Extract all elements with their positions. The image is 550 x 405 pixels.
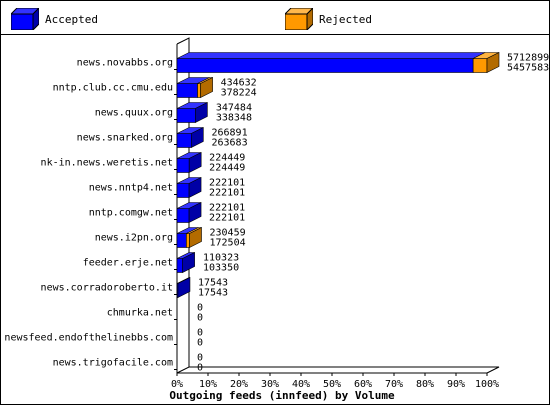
value-label-bottom: 172504 xyxy=(210,238,246,249)
value-label-bottom: 103350 xyxy=(203,263,239,274)
bar-chart: 0% 10% 20% 30% 40% 50% 60% 70% 80% 90% 100%Outgoin… xyxy=(4,37,549,402)
value-label-bottom: 0 xyxy=(197,363,203,374)
bar-accepted xyxy=(176,133,192,148)
category-label: news.trigofacile.com xyxy=(53,358,173,369)
category-label: news.quux.org xyxy=(95,108,173,119)
accepted-swatch-icon xyxy=(11,8,39,30)
category-label: nntp.comgw.net xyxy=(89,208,173,219)
category-label: chmurka.net xyxy=(107,308,173,319)
value-label-bottom: 263683 xyxy=(211,138,247,149)
value-label-bottom: 338348 xyxy=(216,113,252,124)
legend: Accepted Rejected xyxy=(1,1,549,35)
category-label: news.corradoroberto.it xyxy=(41,283,173,294)
x-tick-label: 80% xyxy=(416,379,434,390)
chart-frame: Accepted Rejected 0% 10% 20% 30% 40% 50% 60% 70… xyxy=(0,0,550,405)
bar-accepted xyxy=(176,58,474,73)
bar-accepted xyxy=(176,158,190,173)
bar-accepted xyxy=(176,233,187,248)
x-axis-label: Outgoing feeds (innfeed) by Volume xyxy=(169,389,395,402)
rejected-swatch-icon xyxy=(285,8,313,30)
category-label: news.i2pn.org xyxy=(95,233,173,244)
category-label: news.snarked.org xyxy=(77,133,173,144)
value-label-bottom: 17543 xyxy=(198,288,228,299)
x-tick-label: 90% xyxy=(447,379,465,390)
category-label: newsfeed.endofthelinebbs.com xyxy=(4,333,173,344)
bar-accepted xyxy=(176,183,190,198)
category-label: news.novabbs.org xyxy=(77,58,173,69)
x-tick-label: 100% xyxy=(475,379,499,390)
bar-accepted xyxy=(176,258,183,273)
category-label: feeder.erje.net xyxy=(83,258,173,269)
category-label: nk-in.news.weretis.net xyxy=(41,158,173,169)
value-label-bottom: 0 xyxy=(197,313,203,324)
bar-rejected xyxy=(186,233,190,248)
legend-rejected-label: Rejected xyxy=(319,13,372,26)
category-label: news.nntp4.net xyxy=(89,183,173,194)
bar-rejected xyxy=(197,83,201,98)
value-label-bottom: 0 xyxy=(197,338,203,349)
bar-rejected xyxy=(472,58,488,73)
value-label-bottom: 222101 xyxy=(209,213,245,224)
category-label: nntp.club.cc.cmu.edu xyxy=(53,83,173,94)
bar-accepted xyxy=(176,208,190,223)
legend-accepted-label: Accepted xyxy=(45,13,98,26)
value-label-bottom: 5457583 xyxy=(507,63,549,74)
floor-outline xyxy=(176,366,500,374)
bar-accepted-side xyxy=(177,277,191,298)
bar-accepted-top xyxy=(176,52,486,59)
bar-accepted xyxy=(176,108,196,123)
value-label-bottom: 222101 xyxy=(209,188,245,199)
value-label-bottom: 224449 xyxy=(209,163,245,174)
value-label-bottom: 378224 xyxy=(221,88,257,99)
bar-accepted xyxy=(176,83,198,98)
